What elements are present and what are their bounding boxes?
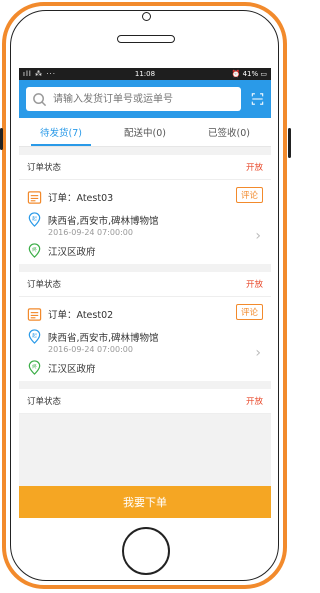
destination-pin-icon: 终 bbox=[28, 360, 41, 375]
side-button-right bbox=[288, 128, 291, 158]
destination-address: 江汉区政府 bbox=[48, 246, 96, 258]
front-camera bbox=[142, 12, 151, 21]
order-state-badge: 开放 bbox=[245, 280, 263, 290]
order-details[interactable]: 订单：Atest02 评论 起 陕西省,西安市,碑林博物馆 2016-09-24… bbox=[19, 297, 271, 381]
home-button[interactable] bbox=[122, 527, 170, 575]
order-status-label: 订单状态 bbox=[27, 163, 62, 173]
order-card[interactable]: 订单状态 开放 bbox=[19, 389, 271, 414]
chevron-right-icon: › bbox=[255, 228, 261, 244]
order-status-label: 订单状态 bbox=[27, 280, 62, 290]
order-card[interactable]: 订单状态 开放 订单：Atest02 评论 起 陕西省,西安市,碑林博物馆 20… bbox=[19, 272, 271, 381]
order-tabs: 待发货(7) 配送中(0) 已签收(0) bbox=[19, 118, 271, 147]
document-icon bbox=[27, 307, 42, 321]
origin-address: 陕西省,西安市,碑林博物馆 bbox=[48, 215, 159, 227]
speaker-grille bbox=[117, 35, 175, 43]
order-state-badge: 开放 bbox=[245, 397, 263, 407]
order-status-label: 订单状态 bbox=[27, 397, 62, 407]
search-box[interactable] bbox=[26, 87, 241, 111]
search-input[interactable] bbox=[51, 92, 235, 106]
order-status-header: 订单状态 开放 bbox=[19, 272, 271, 297]
tab-in-delivery[interactable]: 配送中(0) bbox=[103, 118, 187, 146]
origin-pin-icon: 起 bbox=[28, 212, 41, 227]
order-status-header: 订单状态 开放 bbox=[19, 155, 271, 180]
destination-pin-icon: 终 bbox=[28, 243, 41, 258]
pickup-date: 2016-09-24 07:00:00 bbox=[48, 228, 133, 237]
svg-text:起: 起 bbox=[32, 216, 37, 222]
pickup-date: 2016-09-24 07:00:00 bbox=[48, 345, 133, 354]
order-status-header: 订单状态 开放 bbox=[19, 389, 271, 414]
search-bar bbox=[19, 80, 271, 118]
order-state-badge: 开放 bbox=[245, 163, 263, 173]
app-screen: ıll ⁂ ··· 11:08 ⏰ 41% ▭ 待发货(7) 配送中(0) 已签… bbox=[19, 68, 271, 518]
status-bar: ıll ⁂ ··· 11:08 ⏰ 41% ▭ bbox=[19, 68, 271, 80]
order-number: 订单：Atest03 bbox=[48, 193, 114, 204]
origin-pin-icon: 起 bbox=[28, 329, 41, 344]
search-icon bbox=[33, 92, 47, 106]
chevron-right-icon: › bbox=[255, 345, 261, 361]
place-order-button[interactable]: 我要下单 bbox=[19, 486, 271, 518]
signal-indicators: ıll ⁂ ··· bbox=[23, 70, 56, 78]
order-number: 订单：Atest02 bbox=[48, 310, 114, 321]
battery-indicator: ⏰ 41% ▭ bbox=[231, 70, 267, 78]
review-button[interactable]: 评论 bbox=[235, 304, 263, 320]
scan-icon[interactable] bbox=[251, 90, 264, 108]
active-tab-indicator bbox=[31, 144, 91, 146]
tab-signed[interactable]: 已签收(0) bbox=[187, 118, 271, 146]
svg-text:起: 起 bbox=[32, 333, 37, 339]
clock: 11:08 bbox=[134, 70, 156, 78]
review-button[interactable]: 评论 bbox=[235, 187, 263, 203]
tab-pending[interactable]: 待发货(7) bbox=[19, 118, 103, 146]
origin-address: 陕西省,西安市,碑林博物馆 bbox=[48, 332, 159, 344]
side-button-left bbox=[0, 128, 3, 150]
destination-address: 江汉区政府 bbox=[48, 363, 96, 375]
document-icon bbox=[27, 190, 42, 204]
order-details[interactable]: 订单：Atest03 评论 起 陕西省,西安市,碑林博物馆 2016-09-24… bbox=[19, 180, 271, 264]
order-card[interactable]: 订单状态 开放 订单：Atest03 评论 起 陕西省,西安市,碑林博物馆 20… bbox=[19, 155, 271, 264]
